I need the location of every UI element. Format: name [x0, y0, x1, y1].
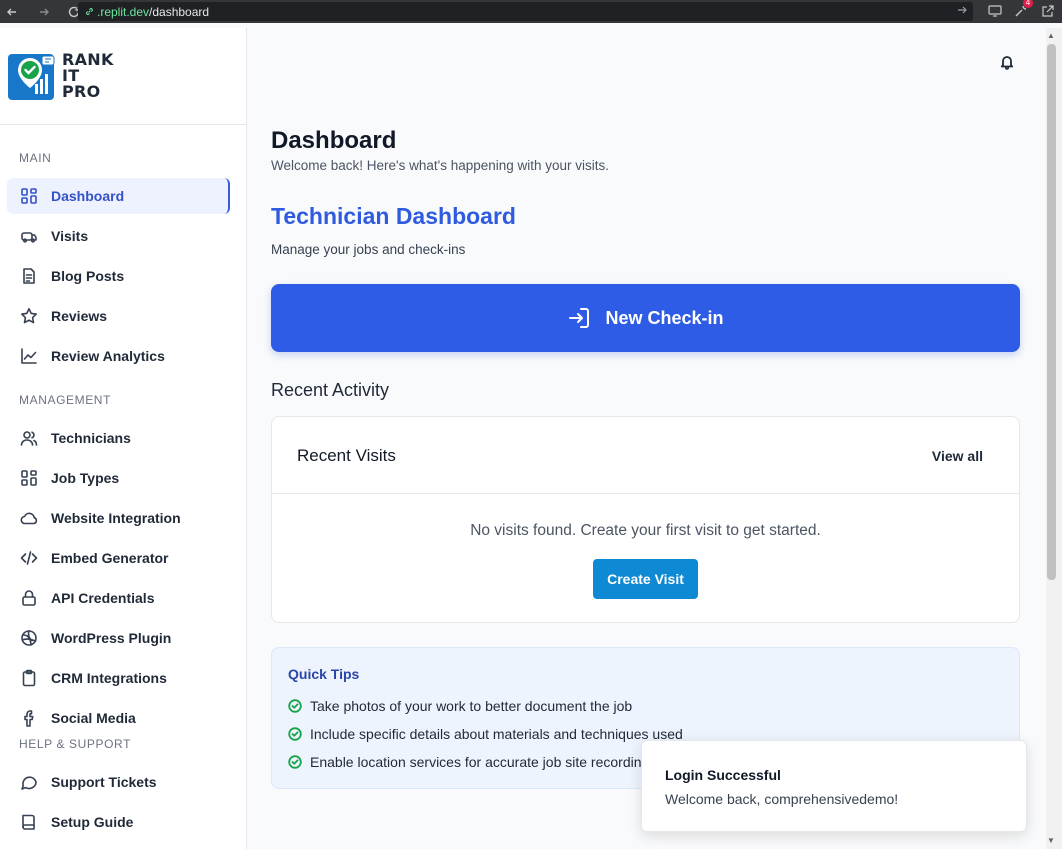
sidebar-item-label: Embed Generator	[51, 550, 169, 566]
sidebar-item-label: Dashboard	[51, 188, 125, 204]
sidebar-item-review-analytics[interactable]: Review Analytics	[7, 338, 230, 374]
main-content: Dashboard Welcome back! Here's what's ha…	[247, 28, 1046, 849]
new-check-in-button[interactable]: New Check-in	[271, 284, 1020, 352]
tools-icon[interactable]: 4	[1012, 0, 1033, 21]
address-bar[interactable]: .replit.dev/dashboard	[78, 2, 973, 21]
link-icon	[86, 8, 93, 15]
check-circle-icon	[288, 699, 302, 713]
sidebar-item-setup-guide[interactable]: Setup Guide	[7, 804, 230, 840]
toast-message: Welcome back, comprehensivedemo!	[665, 791, 899, 807]
sidebar-item-label: Review Analytics	[51, 348, 165, 364]
sidebar-item-label: Reviews	[51, 308, 108, 324]
check-circle-icon	[288, 755, 302, 769]
scrollbar-thumb[interactable]	[1047, 44, 1056, 580]
sidebar-item-label: API Credentials	[51, 590, 155, 606]
truck-icon	[19, 226, 39, 246]
section-title-main: MAIN	[19, 151, 52, 165]
url-path: /dashboard	[149, 4, 210, 19]
toast-title: Login Successful	[665, 767, 781, 783]
scroll-down-arrow-icon[interactable]: ▼	[1047, 836, 1055, 845]
notification-badge: 4	[1023, 0, 1033, 8]
book-icon	[19, 812, 39, 832]
sidebar-item-embed-generator[interactable]: Embed Generator	[7, 540, 230, 576]
sidebar-item-label: Job Types	[51, 470, 120, 486]
sidebar-item-technicians[interactable]: Technicians	[7, 420, 230, 456]
page-subtitle: Welcome back! Here's what's happening wi…	[271, 158, 610, 173]
sidebar-item-dashboard[interactable]: Dashboard	[7, 178, 230, 214]
star-icon	[19, 306, 39, 326]
tip-item: Take photos of your work to better docum…	[288, 698, 632, 714]
sidebar-item-api-credentials[interactable]: API Credentials	[7, 580, 230, 616]
login-success-toast[interactable]: Login Successful Welcome back, comprehen…	[641, 740, 1027, 832]
sidebar-item-label: WordPress Plugin	[51, 630, 172, 646]
sidebar-item-website-integration[interactable]: Website Integration	[7, 500, 230, 536]
url-domain: .replit.dev	[97, 4, 150, 19]
users-icon	[19, 428, 39, 448]
rankitpro-logo-icon	[8, 54, 55, 100]
sidebar-item-crm-integrations[interactable]: CRM Integrations	[7, 660, 230, 696]
sidebar: RANK IT PRO MAIN Dashboard Visits Blog P…	[0, 28, 247, 849]
sidebar-item-job-types[interactable]: Job Types	[7, 460, 230, 496]
recent-visits-card: Recent Visits View all No visits found. …	[271, 416, 1020, 623]
view-all-link[interactable]: View all	[932, 448, 983, 464]
devices-icon[interactable]	[986, 1, 1004, 21]
notification-bell-icon[interactable]	[999, 54, 1017, 72]
document-icon	[19, 266, 39, 286]
empty-visits-message: No visits found. Create your first visit…	[470, 522, 821, 539]
quick-tips-title: Quick Tips	[288, 666, 360, 682]
sidebar-item-label: Technicians	[51, 430, 131, 446]
clipboard-icon	[19, 668, 39, 688]
sidebar-item-wordpress-plugin[interactable]: WordPress Plugin	[7, 620, 230, 656]
grid-icon	[19, 468, 39, 488]
go-arrow-icon[interactable]	[957, 4, 967, 18]
sidebar-item-visits[interactable]: Visits	[7, 218, 230, 254]
sidebar-item-label: Visits	[51, 228, 89, 244]
chat-icon	[19, 772, 39, 792]
sidebar-item-social-media[interactable]: Social Media	[7, 700, 230, 736]
tip-item: Include specific details about materials…	[288, 726, 683, 742]
chart-line-icon	[19, 346, 39, 366]
browser-toolbar: .replit.dev/dashboard 4	[0, 0, 1062, 23]
check-circle-icon	[288, 727, 302, 741]
new-check-in-label: New Check-in	[605, 307, 724, 328]
code-icon	[19, 548, 39, 568]
external-link-icon[interactable]	[1038, 1, 1056, 21]
facebook-icon	[19, 708, 39, 728]
logo[interactable]: RANK IT PRO	[0, 28, 246, 125]
wordpress-icon	[19, 628, 39, 648]
sidebar-item-support-tickets[interactable]: Support Tickets	[7, 764, 230, 800]
sidebar-item-label: Blog Posts	[51, 268, 125, 284]
technician-dashboard-title: Technician Dashboard	[271, 203, 516, 229]
forward-icon[interactable]	[34, 2, 54, 22]
sidebar-item-blog-posts[interactable]: Blog Posts	[7, 258, 230, 294]
grid-icon	[19, 186, 39, 206]
page-title: Dashboard	[271, 127, 397, 154]
back-icon[interactable]	[2, 2, 22, 22]
section-title-management: MANAGEMENT	[19, 393, 112, 407]
login-arrow-icon	[569, 308, 590, 328]
sidebar-item-label: CRM Integrations	[51, 670, 167, 686]
sidebar-item-label: Website Integration	[51, 510, 181, 526]
section-title-help: HELP & SUPPORT	[19, 737, 131, 751]
scroll-up-arrow-icon[interactable]: ▲	[1047, 31, 1055, 40]
sidebar-item-label: Support Tickets	[51, 774, 157, 790]
cloud-icon	[19, 508, 39, 528]
sidebar-item-label: Social Media	[51, 710, 136, 726]
lock-icon	[19, 588, 39, 608]
logo-text: RANK IT PRO	[62, 50, 114, 101]
technician-dashboard-subtitle: Manage your jobs and check-ins	[271, 242, 466, 257]
create-visit-button[interactable]: Create Visit	[593, 559, 698, 599]
recent-visits-card-header: Recent Visits View all	[272, 417, 1019, 494]
recent-visits-title: Recent Visits	[297, 446, 396, 465]
recent-activity-heading: Recent Activity	[271, 380, 390, 400]
sidebar-item-label: Setup Guide	[51, 814, 134, 830]
tip-item: Enable location services for accurate jo…	[288, 754, 649, 770]
sidebar-item-reviews[interactable]: Reviews	[7, 298, 230, 334]
